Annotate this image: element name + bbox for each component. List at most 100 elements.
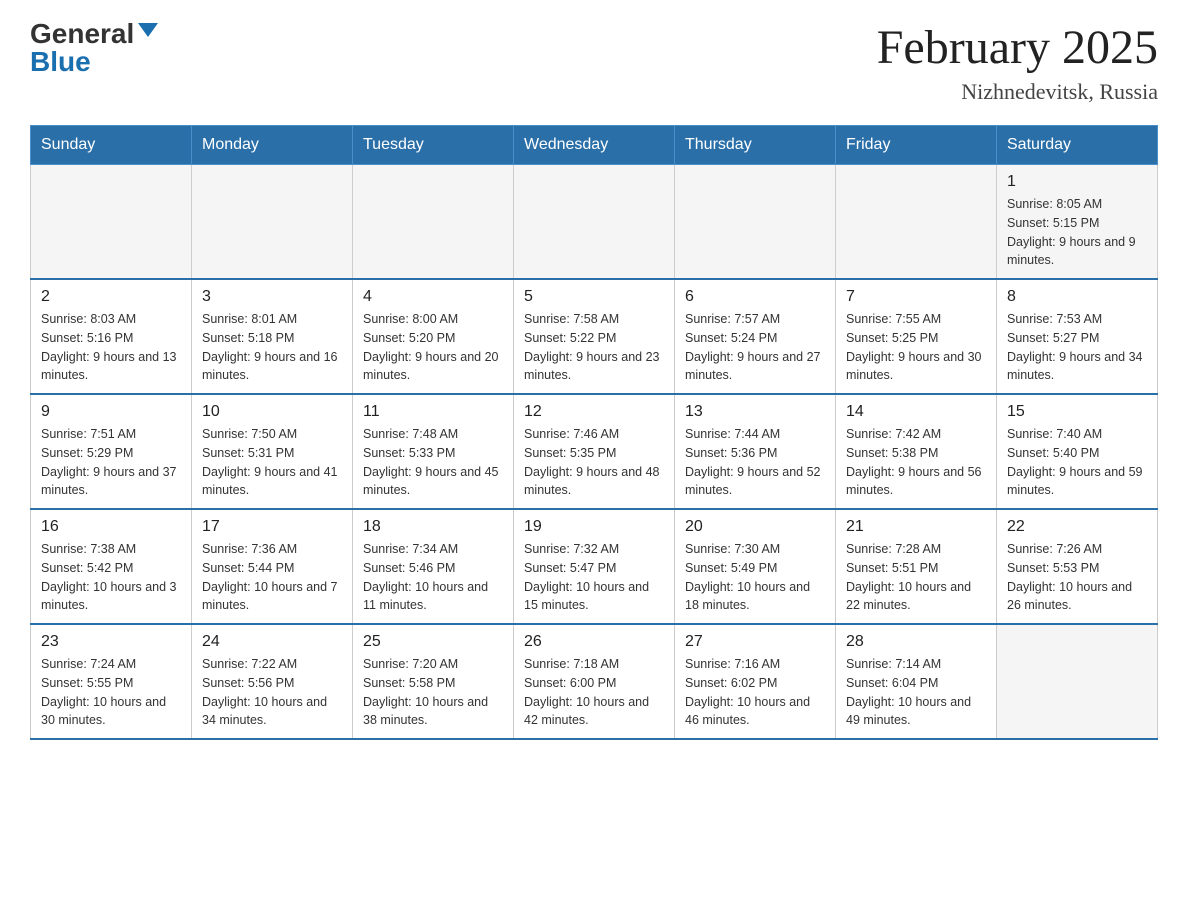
day-info: Sunrise: 7:50 AMSunset: 5:31 PMDaylight:… [202,425,342,500]
day-number: 25 [363,633,503,651]
calendar-cell: 3 Sunrise: 8:01 AMSunset: 5:18 PMDaylight… [192,279,353,394]
calendar-cell: 20 Sunrise: 7:30 AMSunset: 5:49 PMDayligh… [675,509,836,624]
day-info: Sunrise: 7:14 AMSunset: 6:04 PMDaylight:… [846,655,986,730]
day-info: Sunrise: 7:24 AMSunset: 5:55 PMDaylight:… [41,655,181,730]
calendar-table: SundayMondayTuesdayWednesdayThursdayFrid… [30,125,1158,740]
week-row-5: 23 Sunrise: 7:24 AMSunset: 5:55 PMDayligh… [31,624,1158,739]
week-row-3: 9 Sunrise: 7:51 AMSunset: 5:29 PMDaylight… [31,394,1158,509]
week-row-1: 1 Sunrise: 8:05 AMSunset: 5:15 PMDaylight… [31,165,1158,280]
calendar-cell: 1 Sunrise: 8:05 AMSunset: 5:15 PMDaylight… [997,165,1158,280]
day-number: 20 [685,518,825,536]
day-info: Sunrise: 7:36 AMSunset: 5:44 PMDaylight:… [202,540,342,615]
day-info: Sunrise: 7:22 AMSunset: 5:56 PMDaylight:… [202,655,342,730]
weekday-header-sunday: Sunday [31,126,192,165]
calendar-cell: 21Sunrise: 7:28 AMSunset: 5:51 PMDayligh… [836,509,997,624]
day-number: 18 [363,518,503,536]
day-number: 3 [202,288,342,306]
day-number: 16 [41,518,181,536]
calendar-cell: 4 Sunrise: 8:00 AMSunset: 5:20 PMDaylight… [353,279,514,394]
week-row-2: 2 Sunrise: 8:03 AMSunset: 5:16 PMDaylight… [31,279,1158,394]
calendar-cell: 13 Sunrise: 7:44 AMSunset: 5:36 PMDayligh… [675,394,836,509]
calendar-cell: 10 Sunrise: 7:50 AMSunset: 5:31 PMDayligh… [192,394,353,509]
logo-blue-text: Blue [30,48,91,76]
calendar-cell: 8 Sunrise: 7:53 AMSunset: 5:27 PMDaylight… [997,279,1158,394]
calendar-cell: 19 Sunrise: 7:32 AMSunset: 5:47 PMDayligh… [514,509,675,624]
day-info: Sunrise: 7:34 AMSunset: 5:46 PMDaylight:… [363,540,503,615]
calendar-cell [192,165,353,280]
day-info: Sunrise: 7:32 AMSunset: 5:47 PMDaylight:… [524,540,664,615]
calendar-cell: 12 Sunrise: 7:46 AMSunset: 5:35 PMDayligh… [514,394,675,509]
logo-general-text: General [30,20,134,48]
day-number: 15 [1007,403,1147,421]
day-info: Sunrise: 7:55 AMSunset: 5:25 PMDaylight:… [846,310,986,385]
day-info: Sunrise: 7:42 AMSunset: 5:38 PMDaylight:… [846,425,986,500]
calendar-cell [31,165,192,280]
month-title: February 2025 [877,20,1158,75]
weekday-header-tuesday: Tuesday [353,126,514,165]
calendar-cell [997,624,1158,739]
day-number: 2 [41,288,181,306]
calendar-cell: 17 Sunrise: 7:36 AMSunset: 5:44 PMDayligh… [192,509,353,624]
day-info: Sunrise: 8:05 AMSunset: 5:15 PMDaylight:… [1007,195,1147,270]
day-number: 5 [524,288,664,306]
day-number: 13 [685,403,825,421]
day-number: 22 [1007,518,1147,536]
day-number: 7 [846,288,986,306]
day-number: 24 [202,633,342,651]
day-number: 19 [524,518,664,536]
day-number: 26 [524,633,664,651]
calendar-cell [353,165,514,280]
calendar-cell: 27 Sunrise: 7:16 AMSunset: 6:02 PMDayligh… [675,624,836,739]
calendar-cell: 9 Sunrise: 7:51 AMSunset: 5:29 PMDaylight… [31,394,192,509]
calendar-cell [836,165,997,280]
day-info: Sunrise: 7:51 AMSunset: 5:29 PMDaylight:… [41,425,181,500]
location-text: Nizhnedevitsk, Russia [877,79,1158,105]
day-number: 4 [363,288,503,306]
logo-triangle-icon [138,23,158,37]
calendar-cell: 5Sunrise: 7:58 AMSunset: 5:22 PMDaylight… [514,279,675,394]
day-info: Sunrise: 7:16 AMSunset: 6:02 PMDaylight:… [685,655,825,730]
day-info: Sunrise: 7:18 AMSunset: 6:00 PMDaylight:… [524,655,664,730]
calendar-cell: 24 Sunrise: 7:22 AMSunset: 5:56 PMDayligh… [192,624,353,739]
day-info: Sunrise: 7:57 AMSunset: 5:24 PMDaylight:… [685,310,825,385]
day-number: 27 [685,633,825,651]
weekday-header-wednesday: Wednesday [514,126,675,165]
day-info: Sunrise: 8:01 AMSunset: 5:18 PMDaylight:… [202,310,342,385]
day-info: Sunrise: 7:38 AMSunset: 5:42 PMDaylight:… [41,540,181,615]
day-number: 6 [685,288,825,306]
day-number: 23 [41,633,181,651]
day-info: Sunrise: 8:03 AMSunset: 5:16 PMDaylight:… [41,310,181,385]
calendar-cell: 25 Sunrise: 7:20 AMSunset: 5:58 PMDayligh… [353,624,514,739]
day-info: Sunrise: 7:40 AMSunset: 5:40 PMDaylight:… [1007,425,1147,500]
page-header: General Blue February 2025 Nizhnedevitsk… [30,20,1158,105]
day-number: 14 [846,403,986,421]
week-row-4: 16 Sunrise: 7:38 AMSunset: 5:42 PMDayligh… [31,509,1158,624]
day-number: 12 [524,403,664,421]
weekday-header-row: SundayMondayTuesdayWednesdayThursdayFrid… [31,126,1158,165]
calendar-cell: 11Sunrise: 7:48 AMSunset: 5:33 PMDayligh… [353,394,514,509]
day-number: 28 [846,633,986,651]
day-number: 17 [202,518,342,536]
calendar-cell: 16 Sunrise: 7:38 AMSunset: 5:42 PMDayligh… [31,509,192,624]
calendar-cell: 15 Sunrise: 7:40 AMSunset: 5:40 PMDayligh… [997,394,1158,509]
day-number: 21 [846,518,986,536]
calendar-cell: 14 Sunrise: 7:42 AMSunset: 5:38 PMDayligh… [836,394,997,509]
calendar-cell [514,165,675,280]
weekday-header-monday: Monday [192,126,353,165]
day-number: 8 [1007,288,1147,306]
calendar-cell: 6 Sunrise: 7:57 AMSunset: 5:24 PMDaylight… [675,279,836,394]
day-info: Sunrise: 7:30 AMSunset: 5:49 PMDaylight:… [685,540,825,615]
day-info: Sunrise: 7:26 AMSunset: 5:53 PMDaylight:… [1007,540,1147,615]
day-number: 10 [202,403,342,421]
day-info: Sunrise: 7:53 AMSunset: 5:27 PMDaylight:… [1007,310,1147,385]
calendar-cell: 26 Sunrise: 7:18 AMSunset: 6:00 PMDayligh… [514,624,675,739]
day-number: 9 [41,403,181,421]
day-info: Sunrise: 8:00 AMSunset: 5:20 PMDaylight:… [363,310,503,385]
weekday-header-friday: Friday [836,126,997,165]
day-info: Sunrise: 7:20 AMSunset: 5:58 PMDaylight:… [363,655,503,730]
weekday-header-thursday: Thursday [675,126,836,165]
day-info: Sunrise: 7:46 AMSunset: 5:35 PMDaylight:… [524,425,664,500]
calendar-cell: 22 Sunrise: 7:26 AMSunset: 5:53 PMDayligh… [997,509,1158,624]
day-number: 1 [1007,173,1147,191]
day-info: Sunrise: 7:44 AMSunset: 5:36 PMDaylight:… [685,425,825,500]
